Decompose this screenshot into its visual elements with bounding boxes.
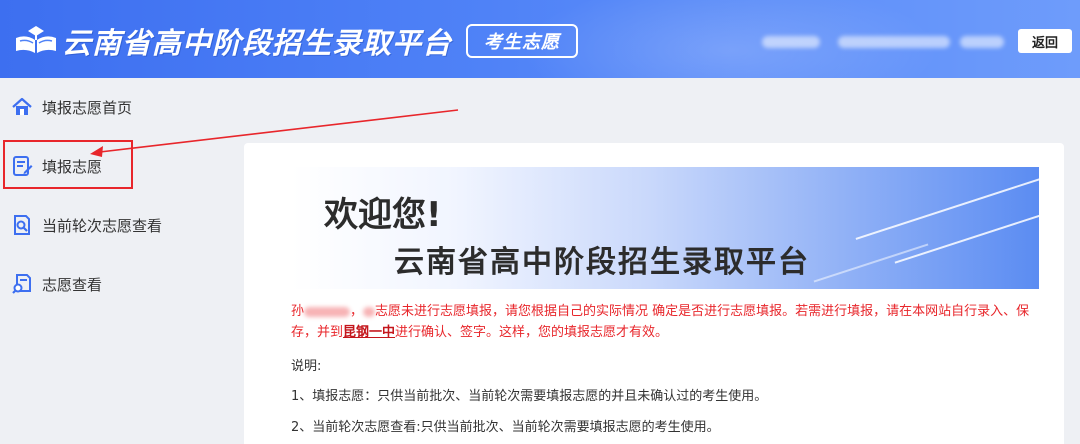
sidebar-item-home[interactable]: 填报志愿首页 bbox=[0, 87, 180, 127]
description-line: 1、填报志愿：只供当前批次、当前轮次需要填报志愿的并且未确认过的考生使用。 bbox=[291, 389, 768, 404]
redacted-text bbox=[363, 306, 376, 317]
school-link[interactable]: 昆钢一中 bbox=[343, 325, 395, 340]
notice-text-part: 孙 bbox=[291, 304, 305, 319]
banner-title: 云南省高中阶段招生录取平台 bbox=[394, 245, 810, 280]
sidebar-item-current-round[interactable]: 当前轮次志愿查看 bbox=[0, 205, 180, 245]
redacted-user-info bbox=[960, 36, 1004, 48]
view-document-icon bbox=[12, 274, 31, 294]
welcome-heading: 欢迎您! bbox=[324, 195, 442, 235]
notice-text-part: 进行确认、签字。这样，您的填报志愿才有效。 bbox=[395, 325, 669, 340]
site-title: 云南省高中阶段招生录取平台 bbox=[62, 26, 453, 60]
description-line: 2、当前轮次志愿查看:只供当前批次、当前轮次需要填报志愿的考生使用。 bbox=[291, 420, 720, 435]
banner-light-streak bbox=[855, 176, 1039, 240]
home-icon bbox=[12, 97, 32, 115]
back-button[interactable]: 返回 bbox=[1018, 29, 1072, 53]
redacted-user-info bbox=[838, 36, 950, 48]
sidebar-item-label: 填报志愿首页 bbox=[42, 98, 133, 117]
search-document-icon bbox=[14, 215, 30, 235]
welcome-banner: 欢迎您! 云南省高中阶段招生录取平台 bbox=[291, 167, 1039, 289]
sidebar-item-label: 当前轮次志愿查看 bbox=[42, 216, 163, 235]
redacted-name bbox=[304, 306, 351, 317]
main-content-card: 欢迎您! 云南省高中阶段招生录取平台 孙，志愿未进行志愿填报，请您根据自己的实际… bbox=[244, 143, 1064, 444]
student-volunteer-badge: 考生志愿 bbox=[466, 24, 578, 58]
annotation-highlight-box bbox=[3, 140, 133, 189]
notice-text: 孙，志愿未进行志愿填报，请您根据自己的实际情况 确定是否进行志愿填报。若需进行填… bbox=[291, 304, 1030, 340]
banner-light-streak bbox=[813, 243, 929, 283]
book-logo-icon bbox=[16, 26, 56, 53]
sidebar: 填报志愿首页 填报志愿 当前轮次志愿查看 志愿查看 bbox=[0, 78, 180, 444]
sidebar-item-label: 志愿查看 bbox=[42, 275, 103, 294]
top-header: 云南省高中阶段招生录取平台 考生志愿 返回 bbox=[0, 0, 1080, 78]
description-heading: 说明: bbox=[291, 359, 322, 374]
sidebar-item-view-volunteer[interactable]: 志愿查看 bbox=[0, 264, 180, 304]
redacted-user-info bbox=[762, 36, 820, 48]
